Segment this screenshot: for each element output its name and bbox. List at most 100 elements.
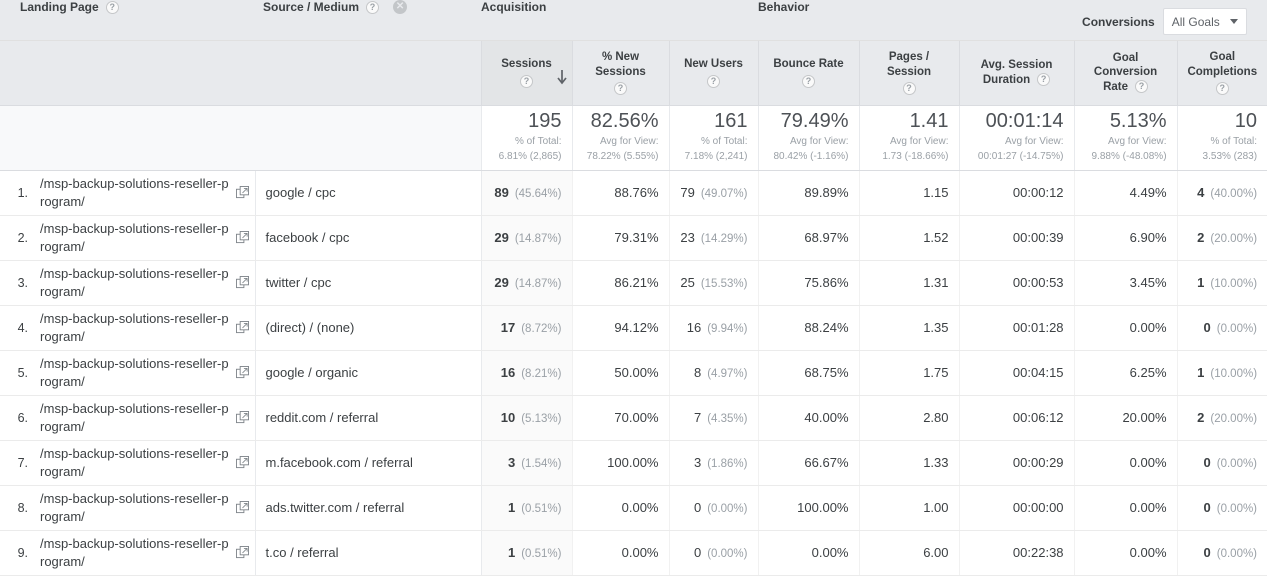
row-goal-completions-value: 0: [1203, 545, 1211, 560]
open-in-new-window-icon[interactable]: [235, 231, 249, 244]
open-in-new-window-icon[interactable]: [235, 276, 249, 289]
metric-header-avg-session-duration[interactable]: Avg. Session Duration ?: [958, 40, 1075, 106]
open-in-new-window-icon[interactable]: [235, 411, 249, 424]
row-landing-page[interactable]: /msp-backup-solutions-reseller-program/: [34, 305, 255, 351]
row-goal-completions: 0 (0.00%): [1176, 305, 1267, 351]
row-sessions-value: 1: [507, 500, 516, 515]
row-goal-completions: 2 (20.00%): [1176, 215, 1267, 261]
row-source-medium[interactable]: twitter / cpc: [254, 260, 481, 306]
metric-header-pct-new-sessions[interactable]: % New Sessions ?: [571, 40, 669, 106]
row-avg-session-duration-value: 00:00:39: [1012, 230, 1064, 245]
totals-goal-compl-sub1: % of Total:: [1210, 135, 1258, 147]
row-pct-new-sessions: 94.12%: [571, 305, 669, 351]
row-goal-completions-value: 0: [1203, 455, 1211, 470]
row-avg-session-duration-value: 00:04:15: [1012, 365, 1064, 380]
row-sessions-value: 3: [507, 455, 516, 470]
row-new-users-value: 25: [680, 275, 695, 290]
row-bounce-rate-value: 68.97%: [804, 230, 849, 245]
row-source-medium[interactable]: reddit.com / referral: [254, 395, 481, 441]
row-goal-completions-pct: (0.00%): [1216, 503, 1258, 515]
row-new-users-value: 79: [680, 185, 695, 200]
row-landing-page[interactable]: /msp-backup-solutions-reseller-program/: [34, 395, 255, 441]
row-sessions-value: 29: [494, 230, 509, 245]
help-icon[interactable]: ?: [1215, 81, 1229, 95]
row-index: 9.: [0, 530, 34, 576]
metric-header-pages-per-session[interactable]: Pages / Session ?: [858, 40, 959, 106]
row-goal-conversion-rate-value: 20.00%: [1122, 410, 1167, 425]
metric-header-goal-conversion-rate[interactable]: Goal Conversion Rate ?: [1073, 40, 1178, 106]
row-landing-page[interactable]: /msp-backup-solutions-reseller-program/: [34, 485, 255, 531]
row-source-medium[interactable]: google / cpc: [254, 170, 481, 216]
primary-dimension-header[interactable]: Landing Page ?: [0, 0, 255, 41]
open-in-new-window-icon[interactable]: [235, 501, 249, 514]
open-in-new-window-icon[interactable]: [235, 186, 249, 199]
row-source-medium[interactable]: m.facebook.com / referral: [254, 440, 481, 486]
row-source-medium[interactable]: (direct) / (none): [254, 305, 481, 351]
metric-header-bounce-rate[interactable]: Bounce Rate ?: [757, 40, 859, 106]
row-bounce-rate: 75.86%: [757, 260, 859, 306]
open-in-new-window-icon[interactable]: [235, 366, 249, 379]
row-landing-page[interactable]: /msp-backup-solutions-reseller-program/: [34, 440, 255, 486]
row-bounce-rate: 100.00%: [757, 485, 859, 531]
row-source-medium[interactable]: google / organic: [254, 350, 481, 396]
sort-descending-arrow-icon[interactable]: [555, 69, 569, 85]
row-pct-new-sessions: 0.00%: [571, 530, 669, 576]
table-row: 6. /msp-backup-solutions-reseller-progra…: [0, 395, 1267, 441]
row-source-medium[interactable]: ads.twitter.com / referral: [254, 485, 481, 531]
row-goal-completions: 0 (0.00%): [1176, 440, 1267, 486]
help-icon[interactable]: ?: [105, 0, 119, 14]
row-landing-page-text: /msp-backup-solutions-reseller-program/: [40, 221, 229, 254]
row-goal-conversion-rate: 0.00%: [1073, 440, 1178, 486]
open-in-new-window-icon[interactable]: [235, 456, 249, 469]
row-landing-page[interactable]: /msp-backup-solutions-reseller-program/: [34, 170, 255, 216]
help-icon[interactable]: ?: [1037, 73, 1051, 87]
totals-sessions-sub2: 6.81% (2,865): [498, 151, 562, 163]
row-source-medium[interactable]: facebook / cpc: [254, 215, 481, 261]
row-sessions: 89 (45.64%): [480, 170, 572, 216]
row-pct-new-sessions-value: 70.00%: [614, 410, 659, 425]
row-bounce-rate-value: 100.00%: [797, 500, 849, 515]
row-landing-page[interactable]: /msp-backup-solutions-reseller-program/: [34, 350, 255, 396]
row-index: 1.: [0, 170, 34, 216]
row-goal-completions-pct: (0.00%): [1216, 323, 1258, 335]
totals-bounce-value: 79.49%: [780, 110, 849, 133]
open-in-new-window-icon[interactable]: [235, 321, 249, 334]
row-goal-completions-value: 1: [1197, 365, 1205, 380]
row-pct-new-sessions: 0.00%: [571, 485, 669, 531]
row-bounce-rate: 68.75%: [757, 350, 859, 396]
metric-header-new-users[interactable]: New Users ?: [668, 40, 758, 106]
row-goal-completions-pct: (0.00%): [1216, 458, 1258, 470]
table-row: 4. /msp-backup-solutions-reseller-progra…: [0, 305, 1267, 351]
row-sessions-pct: (8.21%): [521, 368, 562, 380]
secondary-dimension-label: Source / Medium: [263, 0, 360, 14]
secondary-dimension-header[interactable]: Source / Medium ? ✕: [255, 0, 481, 41]
help-icon[interactable]: ?: [707, 74, 720, 88]
metric-header-goal-completions[interactable]: Goal Completions ?: [1176, 40, 1267, 106]
all-goals-select[interactable]: All Goals: [1162, 8, 1247, 35]
row-landing-page[interactable]: /msp-backup-solutions-reseller-program/: [34, 260, 255, 306]
help-icon[interactable]: ?: [902, 81, 916, 95]
row-landing-page[interactable]: /msp-backup-solutions-reseller-program/: [34, 530, 255, 576]
help-icon[interactable]: ?: [1135, 80, 1148, 94]
row-pct-new-sessions: 100.00%: [571, 440, 669, 486]
row-source-medium[interactable]: t.co / referral: [254, 530, 481, 576]
row-bounce-rate-value: 40.00%: [804, 410, 849, 425]
totals-bounce-sub2: 80.42% (-1.16%): [773, 151, 849, 163]
row-landing-page[interactable]: /msp-backup-solutions-reseller-program/: [34, 215, 255, 261]
help-icon[interactable]: ?: [614, 81, 627, 95]
row-goal-completions-pct: (10.00%): [1210, 278, 1258, 290]
totals-pct-new-sub2: 78.22% (5.55%): [586, 151, 659, 163]
remove-secondary-dimension-icon[interactable]: ✕: [393, 0, 408, 14]
row-avg-session-duration: 00:01:28: [958, 305, 1075, 351]
metric-label-avg-session-duration-line2: Duration: [982, 73, 1031, 86]
open-in-new-window-icon[interactable]: [235, 546, 249, 559]
help-icon[interactable]: ?: [520, 74, 533, 88]
row-pages-per-session-value: 2.80: [923, 410, 949, 425]
row-new-users-pct: (1.86%): [707, 458, 748, 470]
row-goal-completions-value: 0: [1203, 320, 1211, 335]
row-index: 5.: [0, 350, 34, 396]
metric-header-sessions[interactable]: Sessions ?: [480, 40, 572, 106]
help-icon[interactable]: ?: [802, 74, 815, 88]
row-sessions: 1 (0.51%): [480, 530, 572, 576]
help-icon[interactable]: ?: [366, 0, 380, 14]
